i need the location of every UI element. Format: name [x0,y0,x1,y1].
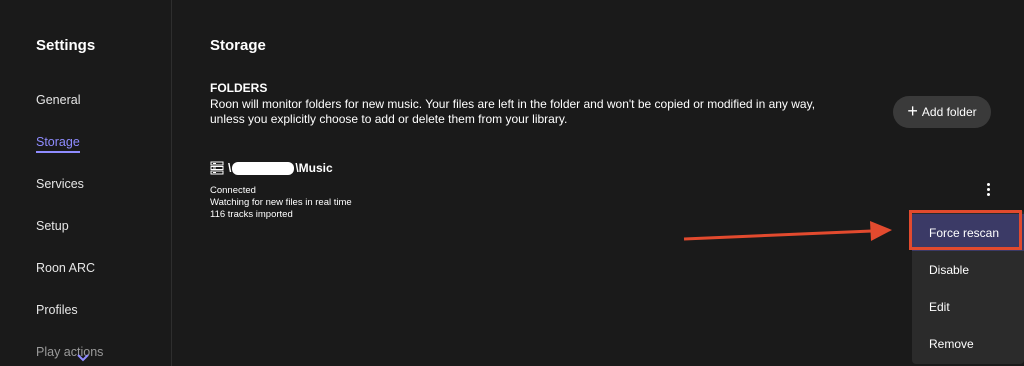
folder-status-watching: Watching for new files in real time [210,197,352,208]
menu-item-label: Edit [929,299,950,314]
sidebar-item-label: Play actions [36,345,104,359]
folder-context-menu: Force rescan Disable Edit Remove [912,210,1024,364]
folder-path: \ \Music [228,161,333,175]
sidebar-item-services[interactable]: Services [36,177,84,191]
active-indicator [36,151,80,153]
sidebar-item-roon-arc[interactable]: Roon ARC [36,261,95,275]
sidebar-item-label: General [36,93,81,107]
menu-item-label: Disable [929,262,970,277]
sidebar-item-play-actions[interactable]: Play actions [36,345,103,359]
folders-description: Roon will monitor folders for new music.… [210,97,816,126]
add-folder-button[interactable]: + Add folder [893,96,991,128]
menu-item-remove[interactable]: Remove [912,325,1024,362]
menu-item-label: Force rescan [929,225,1000,240]
settings-sidebar: Settings General Storage Services Setup … [0,0,172,366]
sidebar-item-label: Profiles [36,303,78,317]
add-folder-label: Add folder [921,105,977,119]
folder-status-connected: Connected [210,185,256,196]
menu-item-edit[interactable]: Edit [912,288,1024,325]
sidebar-title: Settings [36,37,96,54]
sidebar-item-setup[interactable]: Setup [36,219,69,233]
folder-icon [210,161,224,175]
sidebar-item-label: Roon ARC [36,261,96,275]
folder-path-suffix: \Music [295,161,333,175]
page-title: Storage [210,37,266,54]
sidebar-item-storage[interactable]: Storage [36,135,80,153]
menu-item-label: Remove [929,336,974,351]
plus-icon: + [907,101,918,121]
sidebar-item-general[interactable]: General [36,93,80,107]
sidebar-item-profiles[interactable]: Profiles [36,303,78,317]
storage-panel: Storage FOLDERS Roon will monitor folder… [172,0,1024,366]
more-vertical-icon[interactable] [982,181,994,201]
menu-item-force-rescan[interactable]: Force rescan [912,214,1024,251]
chevron-down-icon[interactable] [77,353,89,363]
menu-item-disable[interactable]: Disable [912,251,1024,288]
folders-heading: FOLDERS [210,81,268,95]
folder-status-tracks: 116 tracks imported [210,209,293,220]
roon-settings-window: Settings General Storage Services Setup … [0,0,1024,366]
sidebar-item-label: Setup [36,219,69,233]
redacted-block [232,161,295,175]
sidebar-item-label: Services [36,177,84,191]
folder-path-prefix: \ [228,161,232,175]
sidebar-item-label: Storage [36,135,80,149]
